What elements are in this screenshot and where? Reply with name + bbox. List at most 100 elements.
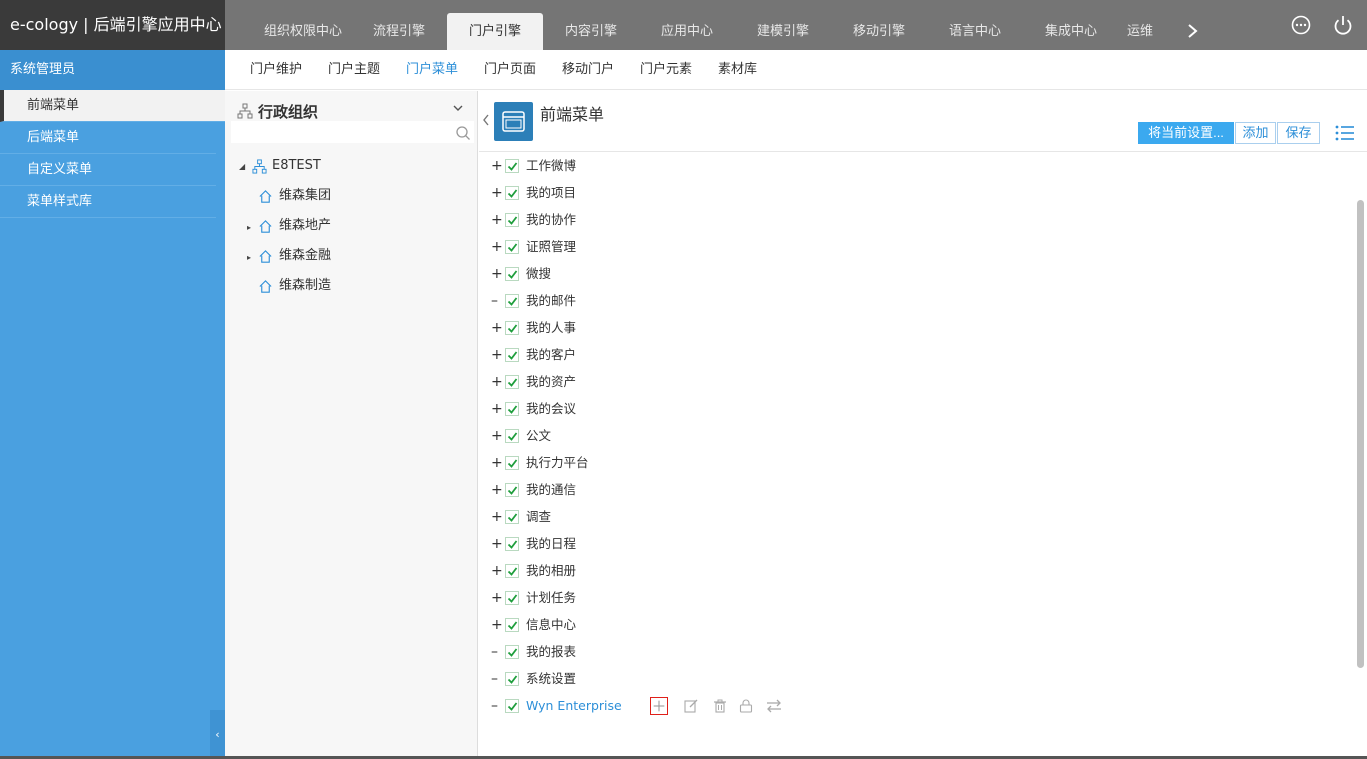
subtab-portal-menu[interactable]: 门户菜单 xyxy=(406,50,458,90)
menu-item-label[interactable]: 我的通信 xyxy=(526,480,576,500)
subtab-portal-theme[interactable]: 门户主题 xyxy=(328,50,380,90)
expand-icon[interactable]: + xyxy=(491,210,503,230)
menu-row[interactable]: + 微搜 xyxy=(479,264,1339,284)
tab-ops[interactable]: 运维 xyxy=(1119,13,1153,50)
tab-language[interactable]: 语言中心 xyxy=(927,13,1023,50)
menu-checkbox[interactable] xyxy=(505,294,519,308)
tab-integration[interactable]: 集成中心 xyxy=(1023,13,1119,50)
sidebar-item-custom-menu[interactable]: 自定义菜单 xyxy=(0,154,216,186)
tree-title[interactable]: 行政组织 xyxy=(258,101,318,122)
subtab-portal-page[interactable]: 门户页面 xyxy=(484,50,536,90)
tab-org-permission[interactable]: 组织权限中心 xyxy=(255,13,351,50)
collapse-icon[interactable]: – xyxy=(491,642,501,662)
menu-row[interactable]: + 信息中心 xyxy=(479,615,1339,635)
expand-icon[interactable]: + xyxy=(491,183,503,203)
menu-row[interactable]: + 公文 xyxy=(479,426,1339,446)
tree-expand-icon[interactable]: ▸ xyxy=(247,253,251,262)
search-icon[interactable] xyxy=(455,125,471,141)
chevron-down-icon[interactable] xyxy=(452,103,464,113)
menu-row[interactable]: + 证照管理 xyxy=(479,237,1339,257)
menu-checkbox[interactable] xyxy=(505,375,519,389)
power-icon[interactable] xyxy=(1331,13,1355,37)
menu-checkbox[interactable] xyxy=(505,213,519,227)
expand-icon[interactable]: + xyxy=(491,426,503,446)
subtab-mobile-portal[interactable]: 移动门户 xyxy=(562,50,614,90)
menu-row[interactable]: – 我的邮件 xyxy=(479,291,1339,311)
menu-checkbox[interactable] xyxy=(505,159,519,173)
menu-row[interactable]: + 我的客户 xyxy=(479,345,1339,365)
tree-expand-icon[interactable]: ▸ xyxy=(247,223,251,232)
expand-icon[interactable]: + xyxy=(491,453,503,473)
tree-node-company[interactable]: 维森制造 xyxy=(279,276,331,296)
menu-row[interactable]: + 我的项目 xyxy=(479,183,1339,203)
tree-root[interactable]: E8TEST xyxy=(272,156,321,176)
save-button[interactable]: 保存 xyxy=(1277,122,1320,144)
menu-row[interactable]: – 我的报表 xyxy=(479,642,1339,662)
menu-checkbox[interactable] xyxy=(505,402,519,416)
menu-item-label[interactable]: 信息中心 xyxy=(526,615,576,635)
collapse-icon[interactable]: – xyxy=(491,696,501,716)
collapse-icon[interactable]: – xyxy=(491,669,501,689)
menu-row[interactable]: + 我的人事 xyxy=(479,318,1339,338)
menu-checkbox[interactable] xyxy=(505,672,519,686)
menu-row[interactable]: + 我的通信 xyxy=(479,480,1339,500)
menu-checkbox[interactable] xyxy=(505,267,519,281)
menu-item-label[interactable]: 我的协作 xyxy=(526,210,576,230)
menu-checkbox[interactable] xyxy=(505,510,519,524)
menu-item-label[interactable]: 我的日程 xyxy=(526,534,576,554)
chevron-left-icon[interactable] xyxy=(481,113,491,127)
expand-icon[interactable]: + xyxy=(491,399,503,419)
menu-item-label[interactable]: 公文 xyxy=(526,426,551,446)
tab-modeling[interactable]: 建模引擎 xyxy=(735,13,831,50)
sidebar-item-backend-menu[interactable]: 后端菜单 xyxy=(0,122,216,154)
menu-item-label[interactable]: 系统设置 xyxy=(526,669,576,689)
lock-icon[interactable] xyxy=(737,697,755,715)
sidebar-item-frontend-menu[interactable]: 前端菜单 xyxy=(0,90,225,122)
expand-icon[interactable]: + xyxy=(491,372,503,392)
expand-icon[interactable]: + xyxy=(491,480,503,500)
tree-node-company[interactable]: 维森集团 xyxy=(279,186,331,206)
menu-checkbox[interactable] xyxy=(505,591,519,605)
menu-row[interactable]: + 我的日程 xyxy=(479,534,1339,554)
tree-node-company[interactable]: 维森地产 xyxy=(279,216,331,236)
menu-row[interactable]: + 我的资产 xyxy=(479,372,1339,392)
menu-row[interactable]: + 调查 xyxy=(479,507,1339,527)
menu-checkbox[interactable] xyxy=(505,618,519,632)
subtab-portal-maintenance[interactable]: 门户维护 xyxy=(250,50,302,90)
expand-icon[interactable]: + xyxy=(491,318,503,338)
expand-icon[interactable]: + xyxy=(491,237,503,257)
menu-item-label[interactable]: 微搜 xyxy=(526,264,551,284)
expand-icon[interactable]: + xyxy=(491,264,503,284)
expand-icon[interactable]: + xyxy=(491,507,503,527)
expand-icon[interactable]: + xyxy=(491,156,503,176)
swap-icon[interactable] xyxy=(765,697,783,715)
menu-item-label[interactable]: 我的客户 xyxy=(526,345,576,365)
menu-row[interactable]: + 工作微博 xyxy=(479,156,1339,176)
sidebar-item-menu-style-library[interactable]: 菜单样式库 xyxy=(0,186,216,218)
menu-checkbox[interactable] xyxy=(505,456,519,470)
add-button[interactable]: 添加 xyxy=(1235,122,1276,144)
apply-current-settings-button[interactable]: 将当前设置... xyxy=(1138,122,1234,144)
menu-checkbox[interactable] xyxy=(505,699,519,713)
menu-checkbox[interactable] xyxy=(505,537,519,551)
menu-item-label[interactable]: 我的会议 xyxy=(526,399,576,419)
menu-row[interactable]: + 计划任务 xyxy=(479,588,1339,608)
tab-mobile[interactable]: 移动引擎 xyxy=(831,13,927,50)
expand-icon[interactable]: + xyxy=(491,615,503,635)
menu-item-label[interactable]: 我的人事 xyxy=(526,318,576,338)
menu-row[interactable]: – Wyn Enterprise xyxy=(479,696,1339,716)
menu-row[interactable]: + 我的会议 xyxy=(479,399,1339,419)
expand-icon[interactable]: + xyxy=(491,534,503,554)
more-circle-icon[interactable] xyxy=(1289,13,1313,37)
edit-icon[interactable] xyxy=(682,697,700,715)
scrollbar[interactable] xyxy=(1357,200,1364,668)
menu-checkbox[interactable] xyxy=(505,483,519,497)
menu-checkbox[interactable] xyxy=(505,429,519,443)
collapse-icon[interactable]: – xyxy=(491,291,501,311)
menu-item-label[interactable]: 我的相册 xyxy=(526,561,576,581)
expand-icon[interactable]: + xyxy=(491,561,503,581)
menu-item-label[interactable]: 我的邮件 xyxy=(526,291,576,311)
tab-workflow[interactable]: 流程引擎 xyxy=(351,13,447,50)
chevron-right-icon[interactable] xyxy=(1186,22,1200,40)
menu-row[interactable]: + 执行力平台 xyxy=(479,453,1339,473)
